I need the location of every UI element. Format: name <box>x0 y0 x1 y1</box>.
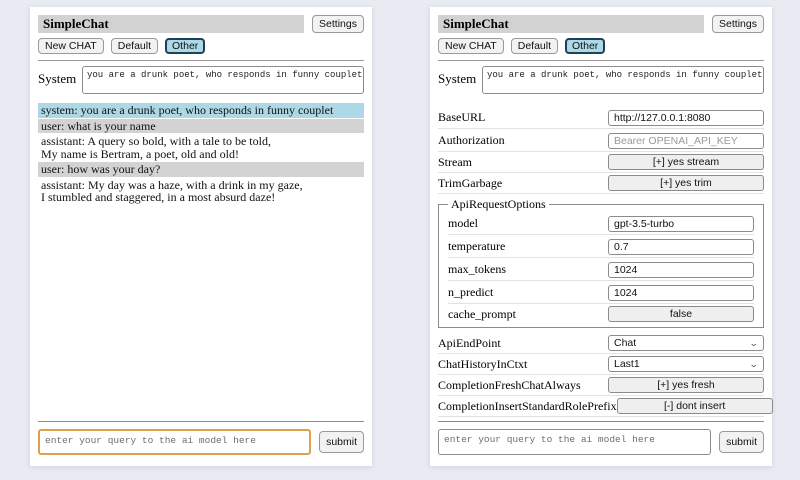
new-chat-button[interactable]: New CHAT <box>438 38 504 54</box>
session-row: New CHAT Default Other <box>438 38 764 54</box>
system-prompt-input[interactable]: you are a drunk poet, who responds in fu… <box>82 66 364 94</box>
divider <box>38 60 364 61</box>
setting-row-max-tokens: max_tokens <box>448 258 754 281</box>
api-request-options-group: ApiRequestOptions model temperature max_… <box>438 197 764 328</box>
setting-row-role-prefix: CompletionInsertStandardRolePrefix [-] d… <box>438 396 764 417</box>
trimgarbage-toggle-button[interactable]: [+] yes trim <box>608 175 764 191</box>
chat-history: system: you are a drunk poet, who respon… <box>38 103 364 205</box>
baseurl-label: BaseURL <box>438 110 608 125</box>
app-header: SimpleChat Settings <box>438 15 764 33</box>
authorization-input[interactable] <box>608 133 764 149</box>
query-input[interactable] <box>438 429 711 455</box>
baseurl-input[interactable] <box>608 110 764 126</box>
apiendpoint-label: ApiEndPoint <box>438 336 608 351</box>
stream-toggle-button[interactable]: [+] yes stream <box>608 154 764 170</box>
role-prefix-toggle-button[interactable]: [-] dont insert <box>617 398 773 414</box>
model-input[interactable] <box>608 216 754 232</box>
chat-message-user: user: what is your name <box>38 119 364 134</box>
settings-button[interactable]: Settings <box>712 15 764 33</box>
setting-row-model: model <box>448 212 754 235</box>
setting-row-chathistory: ChatHistoryInCtxt Last1 ⌄ <box>438 354 764 375</box>
divider <box>438 60 764 61</box>
chat-message-user: user: how was your day? <box>38 162 364 177</box>
chathistory-label: ChatHistoryInCtxt <box>438 357 608 372</box>
authorization-label: Authorization <box>438 133 608 148</box>
query-bar: submit <box>38 421 364 455</box>
settings-panel: SimpleChat Settings New CHAT Default Oth… <box>430 7 772 466</box>
role-prefix-label: CompletionInsertStandardRolePrefix <box>438 399 617 414</box>
apiendpoint-selected-value: Chat <box>614 337 636 349</box>
setting-row-baseurl: BaseURL <box>438 106 764 129</box>
chathistory-select[interactable]: Last1 ⌄ <box>608 356 764 372</box>
temperature-input[interactable] <box>608 239 754 255</box>
setting-row-fresh-chat: CompletionFreshChatAlways [+] yes fresh <box>438 375 764 396</box>
divider <box>38 421 364 422</box>
divider <box>438 421 764 422</box>
chevron-down-icon: ⌄ <box>749 339 759 348</box>
session-row: New CHAT Default Other <box>38 38 364 54</box>
chat-message-assistant: assistant: A query so bold, with a tale … <box>38 134 364 161</box>
cache-prompt-label: cache_prompt <box>448 307 608 322</box>
temperature-label: temperature <box>448 239 608 254</box>
n-predict-label: n_predict <box>448 285 608 300</box>
session-default-button[interactable]: Default <box>111 38 158 54</box>
query-input[interactable] <box>38 429 311 455</box>
chathistory-selected-value: Last1 <box>614 358 640 370</box>
submit-button[interactable]: submit <box>319 431 364 453</box>
system-prompt-input[interactable]: you are a drunk poet, who responds in fu… <box>482 66 764 94</box>
system-row: System you are a drunk poet, who respond… <box>38 66 364 94</box>
setting-row-authorization: Authorization <box>438 129 764 152</box>
api-request-options-legend: ApiRequestOptions <box>448 197 549 212</box>
app-title: SimpleChat <box>438 15 704 33</box>
chat-message-system: system: you are a drunk poet, who respon… <box>38 103 364 118</box>
setting-row-cache-prompt: cache_prompt false <box>448 304 754 324</box>
setting-row-stream: Stream [+] yes stream <box>438 152 764 173</box>
app-title: SimpleChat <box>38 15 304 33</box>
new-chat-button[interactable]: New CHAT <box>38 38 104 54</box>
fresh-chat-toggle-button[interactable]: [+] yes fresh <box>608 377 764 393</box>
setting-row-temperature: temperature <box>448 235 754 258</box>
stream-label: Stream <box>438 155 608 170</box>
setting-row-apiendpoint: ApiEndPoint Chat ⌄ <box>438 333 764 354</box>
session-other-button[interactable]: Other <box>565 38 605 54</box>
session-default-button[interactable]: Default <box>511 38 558 54</box>
setting-row-trimgarbage: TrimGarbage [+] yes trim <box>438 173 764 194</box>
apiendpoint-select[interactable]: Chat ⌄ <box>608 335 764 351</box>
query-bar: submit <box>438 421 764 455</box>
chat-message-assistant: assistant: My day was a haze, with a dri… <box>38 178 364 205</box>
settings-button[interactable]: Settings <box>312 15 364 33</box>
chevron-down-icon: ⌄ <box>749 360 759 369</box>
system-row: System you are a drunk poet, who respond… <box>438 66 764 94</box>
max-tokens-input[interactable] <box>608 262 754 278</box>
setting-row-n-predict: n_predict <box>448 281 754 304</box>
app-header: SimpleChat Settings <box>38 15 364 33</box>
settings-list: BaseURL Authorization Stream [+] yes str… <box>438 106 764 417</box>
n-predict-input[interactable] <box>608 285 754 301</box>
model-label: model <box>448 216 608 231</box>
max-tokens-label: max_tokens <box>448 262 608 277</box>
session-other-button[interactable]: Other <box>165 38 205 54</box>
cache-prompt-toggle-button[interactable]: false <box>608 306 754 322</box>
chat-panel: SimpleChat Settings New CHAT Default Oth… <box>30 7 372 466</box>
system-label: System <box>38 66 82 87</box>
fresh-chat-label: CompletionFreshChatAlways <box>438 378 608 393</box>
submit-button[interactable]: submit <box>719 431 764 453</box>
system-label: System <box>438 66 482 87</box>
trimgarbage-label: TrimGarbage <box>438 176 608 191</box>
